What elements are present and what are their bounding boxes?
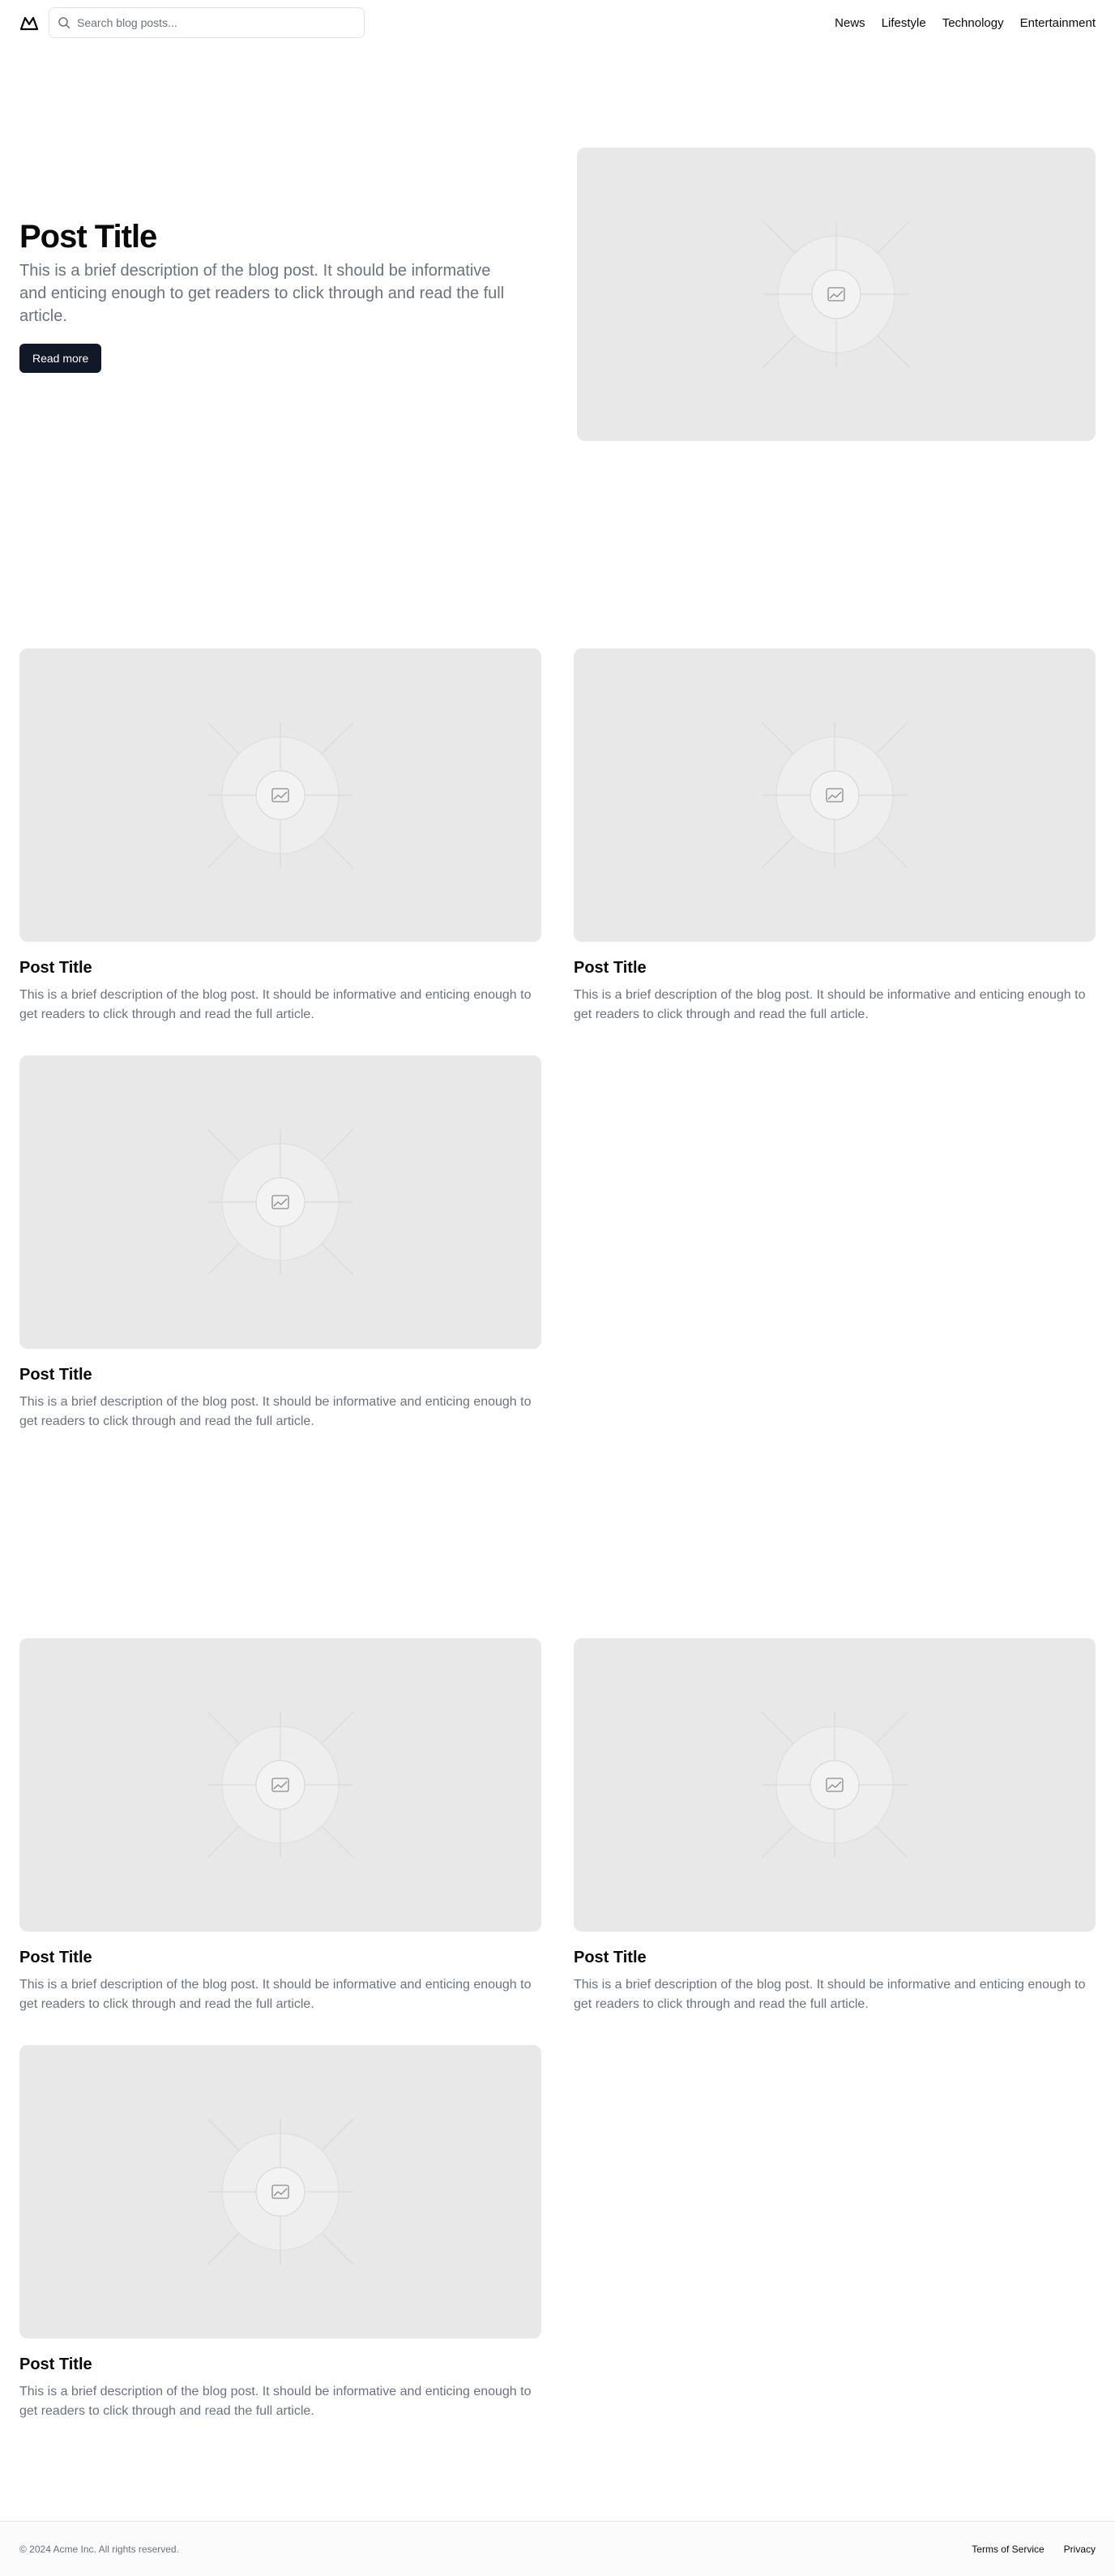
image-placeholder-icon [207, 2118, 354, 2266]
post-card[interactable]: Post Title This is a brief description o… [574, 1638, 1096, 2014]
post-description: This is a brief description of the blog … [574, 988, 1086, 1021]
hero-image[interactable] [577, 148, 1096, 441]
post-image[interactable] [19, 2045, 541, 2339]
hero-section: Post Title This is a brief description o… [19, 148, 1096, 441]
terms-link[interactable]: Terms of Service [972, 2544, 1044, 2555]
post-description: This is a brief description of the blog … [19, 988, 532, 1021]
copyright-text: © 2024 Acme Inc. All rights reserved. [19, 2543, 179, 2555]
post-card[interactable]: Post Title This is a brief description o… [574, 648, 1096, 1025]
search-icon [58, 17, 70, 29]
post-title[interactable]: Post Title [19, 956, 541, 979]
post-title[interactable]: Post Title [574, 1946, 1096, 1969]
post-image[interactable] [574, 648, 1096, 942]
hero-description: This is a brief description of the blog … [19, 262, 505, 325]
image-placeholder-icon [763, 220, 910, 368]
post-title[interactable]: Post Title [19, 1363, 541, 1386]
post-title[interactable]: Post Title [19, 1946, 541, 1969]
post-title[interactable]: Post Title [19, 2353, 541, 2376]
image-placeholder-icon [207, 1711, 354, 1859]
image-placeholder-icon [207, 1128, 354, 1276]
mountain-icon[interactable] [19, 13, 39, 32]
image-placeholder-icon [207, 721, 354, 869]
post-description: This is a brief description of the blog … [19, 1395, 532, 1428]
post-description: This is a brief description of the blog … [574, 1978, 1086, 2011]
post-image[interactable] [574, 1638, 1096, 1932]
post-image[interactable] [19, 1638, 541, 1932]
site-footer: © 2024 Acme Inc. All rights reserved. Te… [0, 2521, 1115, 2576]
header-left [19, 7, 365, 38]
search-input[interactable] [77, 16, 356, 29]
post-image[interactable] [19, 648, 541, 942]
post-card[interactable]: Post Title This is a brief description o… [19, 648, 541, 1025]
post-image[interactable] [19, 1055, 541, 1349]
search-box[interactable] [49, 7, 365, 38]
nav-link-entertainment[interactable]: Entertainment [1020, 16, 1096, 30]
image-placeholder-icon [761, 721, 908, 869]
post-card[interactable]: Post Title This is a brief description o… [19, 1638, 541, 2014]
footer-links: Terms of Service Privacy [972, 2544, 1096, 2555]
hero-title[interactable]: Post Title [19, 217, 522, 256]
hero-text: Post Title This is a brief description o… [19, 217, 522, 373]
nav-link-lifestyle[interactable]: Lifestyle [882, 16, 926, 30]
read-more-button[interactable]: Read more [19, 344, 102, 373]
nav-link-news[interactable]: News [835, 16, 865, 30]
post-card[interactable]: Post Title This is a brief description o… [19, 1055, 541, 1431]
post-card[interactable]: Post Title This is a brief description o… [19, 2045, 541, 2421]
site-header: News Lifestyle Technology Entertainment [0, 0, 1115, 45]
main-nav: News Lifestyle Technology Entertainment [835, 16, 1096, 30]
nav-link-technology[interactable]: Technology [942, 16, 1004, 30]
privacy-link[interactable]: Privacy [1064, 2544, 1096, 2555]
post-description: This is a brief description of the blog … [19, 2385, 532, 2418]
post-title[interactable]: Post Title [574, 956, 1096, 979]
post-description: This is a brief description of the blog … [19, 1978, 532, 2011]
image-placeholder-icon [761, 1711, 908, 1859]
